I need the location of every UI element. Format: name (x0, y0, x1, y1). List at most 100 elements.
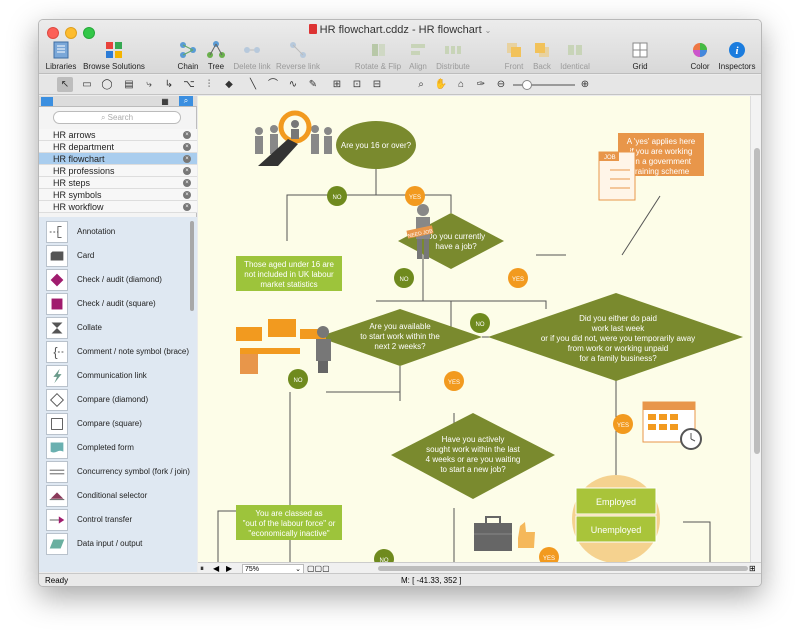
vertical-scroll-thumb[interactable] (754, 148, 760, 454)
no-badge-q1[interactable]: NO (327, 186, 347, 206)
close-library-icon[interactable]: × (183, 155, 191, 163)
line-tool-icon[interactable]: ╲ (245, 77, 261, 92)
arc-tool-icon[interactable]: ⌒ (265, 77, 281, 92)
inspectors-button[interactable]: i Inspectors (715, 40, 759, 71)
library-item-hr-flowchart[interactable]: HR flowchart × (39, 153, 197, 165)
vertical-scrollbar[interactable] (750, 96, 761, 562)
shape-item-collate[interactable]: Collate (39, 317, 189, 341)
chain-button[interactable]: Chain (175, 40, 201, 71)
yes-badge-q3[interactable]: YES (444, 371, 464, 391)
shape-item-check-audit-square[interactable]: Check / audit (square) (39, 293, 189, 317)
shape-item-conditional-selector[interactable]: Conditional selector (39, 485, 189, 509)
shape-item-compare-diamond[interactable]: Compare (diamond) (39, 389, 189, 413)
result-group[interactable]: Employed Unemployed (572, 475, 660, 562)
freehand-tool-icon[interactable]: ✎ (305, 77, 321, 92)
library-item-hr-department[interactable]: HR department × (39, 141, 197, 153)
yes-badge-q4[interactable]: YES (613, 414, 633, 434)
browse-solutions-button[interactable]: Browse Solutions (81, 40, 147, 71)
library-list-icon[interactable] (41, 97, 53, 106)
hand-tool-icon[interactable]: ✋ (433, 77, 449, 92)
close-library-icon[interactable]: × (183, 131, 191, 139)
libraries-button[interactable]: Libraries (44, 40, 78, 71)
shape-item-communication-link[interactable]: Communication link (39, 365, 189, 389)
rectangle-tool-icon[interactable]: ▭ (79, 77, 95, 92)
text-tool-icon[interactable]: ▤ (121, 77, 137, 92)
yes-badge-q5[interactable]: YES (539, 547, 559, 562)
snap-objects-icon[interactable]: ⊟ (369, 77, 385, 92)
page-view-icon[interactable]: ▢▢▢ (307, 564, 330, 573)
decision-q5[interactable]: Have you actively sought work within the… (391, 413, 555, 499)
curve-tool-icon[interactable]: ∿ (285, 77, 301, 92)
smart-connector-tool-icon[interactable]: ↳ (161, 77, 177, 92)
shape-list-scrollbar[interactable] (190, 221, 194, 311)
shape-item-compare-square[interactable]: Compare (square) (39, 413, 189, 437)
library-item-hr-workflow[interactable]: HR workflow × (39, 201, 197, 213)
zoom-slider-knob[interactable] (522, 80, 532, 90)
rotate-flip-button[interactable]: Rotate & Flip (353, 40, 403, 71)
eyedropper-icon[interactable]: ✑ (473, 77, 489, 92)
front-button[interactable]: Front (501, 40, 527, 71)
library-search-input[interactable]: ⌕ Search (53, 111, 181, 124)
no-badge-q3[interactable]: NO (288, 369, 308, 389)
select-tool-icon[interactable]: ↖ (57, 77, 73, 92)
yes-badge-q1[interactable]: YES (405, 186, 425, 206)
connector-tool-icon[interactable]: ⤷ (141, 77, 157, 92)
tree-connector-tool-icon[interactable]: ⌥ (181, 77, 197, 92)
close-library-icon[interactable]: × (183, 203, 191, 211)
shape-item-completed-form[interactable]: Completed form (39, 437, 189, 461)
stamp-tool-icon[interactable]: ⌂ (453, 77, 469, 92)
scroll-right-icon[interactable]: ▶ (226, 564, 232, 573)
q3-text-line2: to start work within the (360, 332, 440, 341)
decision-q1[interactable]: Are you 16 or over? (336, 121, 416, 169)
decision-q4[interactable]: Did you either do paid work last week or… (488, 293, 743, 381)
fit-page-icon[interactable]: ⊞ (749, 564, 756, 573)
shape-item-data-input-output[interactable]: Data input / output (39, 533, 189, 557)
snap-grid-icon[interactable]: ⊞ (329, 77, 345, 92)
note-under-16[interactable]: Those aged under 16 are not included in … (236, 256, 342, 291)
decision-q3[interactable]: Are you available to start work within t… (318, 309, 482, 366)
shape-item-concurrency[interactable]: Concurrency symbol (fork / join) (39, 461, 190, 485)
snap-guides-icon[interactable]: ⊡ (349, 77, 365, 92)
color-button[interactable]: Color (687, 40, 713, 71)
tree-button[interactable]: Tree (203, 40, 229, 71)
library-item-hr-arrows[interactable]: HR arrows × (39, 129, 197, 141)
note-economically-inactive[interactable]: You are classed as "out of the labour fo… (236, 505, 342, 540)
shape-item-check-audit-diamond[interactable]: Check / audit (diamond) (39, 269, 189, 293)
zoom-in-icon[interactable]: ⊕ (577, 77, 593, 92)
align-button[interactable]: Align (405, 40, 431, 71)
horizontal-scroll-thumb[interactable] (378, 566, 748, 571)
library-item-hr-steps[interactable]: HR steps × (39, 177, 197, 189)
diagram-canvas[interactable]: Are you 16 or over? Do you currently hav… (198, 96, 750, 562)
close-library-icon[interactable]: × (183, 179, 191, 187)
no-badge-q5[interactable]: NO (374, 549, 394, 562)
shape-item-annotation[interactable]: Annotation (39, 221, 189, 245)
chevron-down-icon[interactable]: ⌄ (485, 26, 492, 35)
distribute-button[interactable]: Distribute (433, 40, 473, 71)
close-library-icon[interactable]: × (183, 143, 191, 151)
back-button[interactable]: Back (529, 40, 555, 71)
no-badge-q2[interactable]: NO (394, 268, 414, 288)
close-library-icon[interactable]: × (183, 167, 191, 175)
ellipse-tool-icon[interactable]: ◯ (99, 77, 115, 92)
no-badge-q4[interactable]: NO (470, 313, 490, 333)
zoom-tool-icon[interactable]: ⌕ (413, 77, 429, 92)
shape-item-card[interactable]: Card (39, 245, 189, 269)
scroll-left-icon[interactable]: ◀ (213, 564, 219, 573)
shape-library-tool-icon[interactable]: ◆ (221, 77, 237, 92)
library-item-hr-professions[interactable]: HR professions × (39, 165, 197, 177)
shape-item-comment-brace[interactable]: {Comment / note symbol (brace) (39, 341, 189, 365)
grid-button[interactable]: Grid (627, 40, 653, 71)
sidebar-search-icon[interactable]: ⌕ (179, 96, 193, 106)
grid-view-icon[interactable]: ▦ (159, 97, 171, 106)
identical-button[interactable]: Identical (557, 40, 593, 71)
delete-link-button[interactable]: Delete link (231, 40, 273, 71)
close-library-icon[interactable]: × (183, 191, 191, 199)
decision-q2[interactable]: Do you currently have a job? (398, 213, 504, 269)
library-item-hr-symbols[interactable]: HR symbols × (39, 189, 197, 201)
reverse-link-button[interactable]: Reverse link (275, 40, 321, 71)
yes-badge-q2[interactable]: YES (508, 268, 528, 288)
shape-item-control-transfer[interactable]: Control transfer (39, 509, 189, 533)
zoom-slider[interactable] (513, 80, 575, 90)
zoom-out-icon[interactable]: ⊖ (493, 77, 509, 92)
bus-connector-tool-icon[interactable]: ⫶ (201, 77, 217, 92)
